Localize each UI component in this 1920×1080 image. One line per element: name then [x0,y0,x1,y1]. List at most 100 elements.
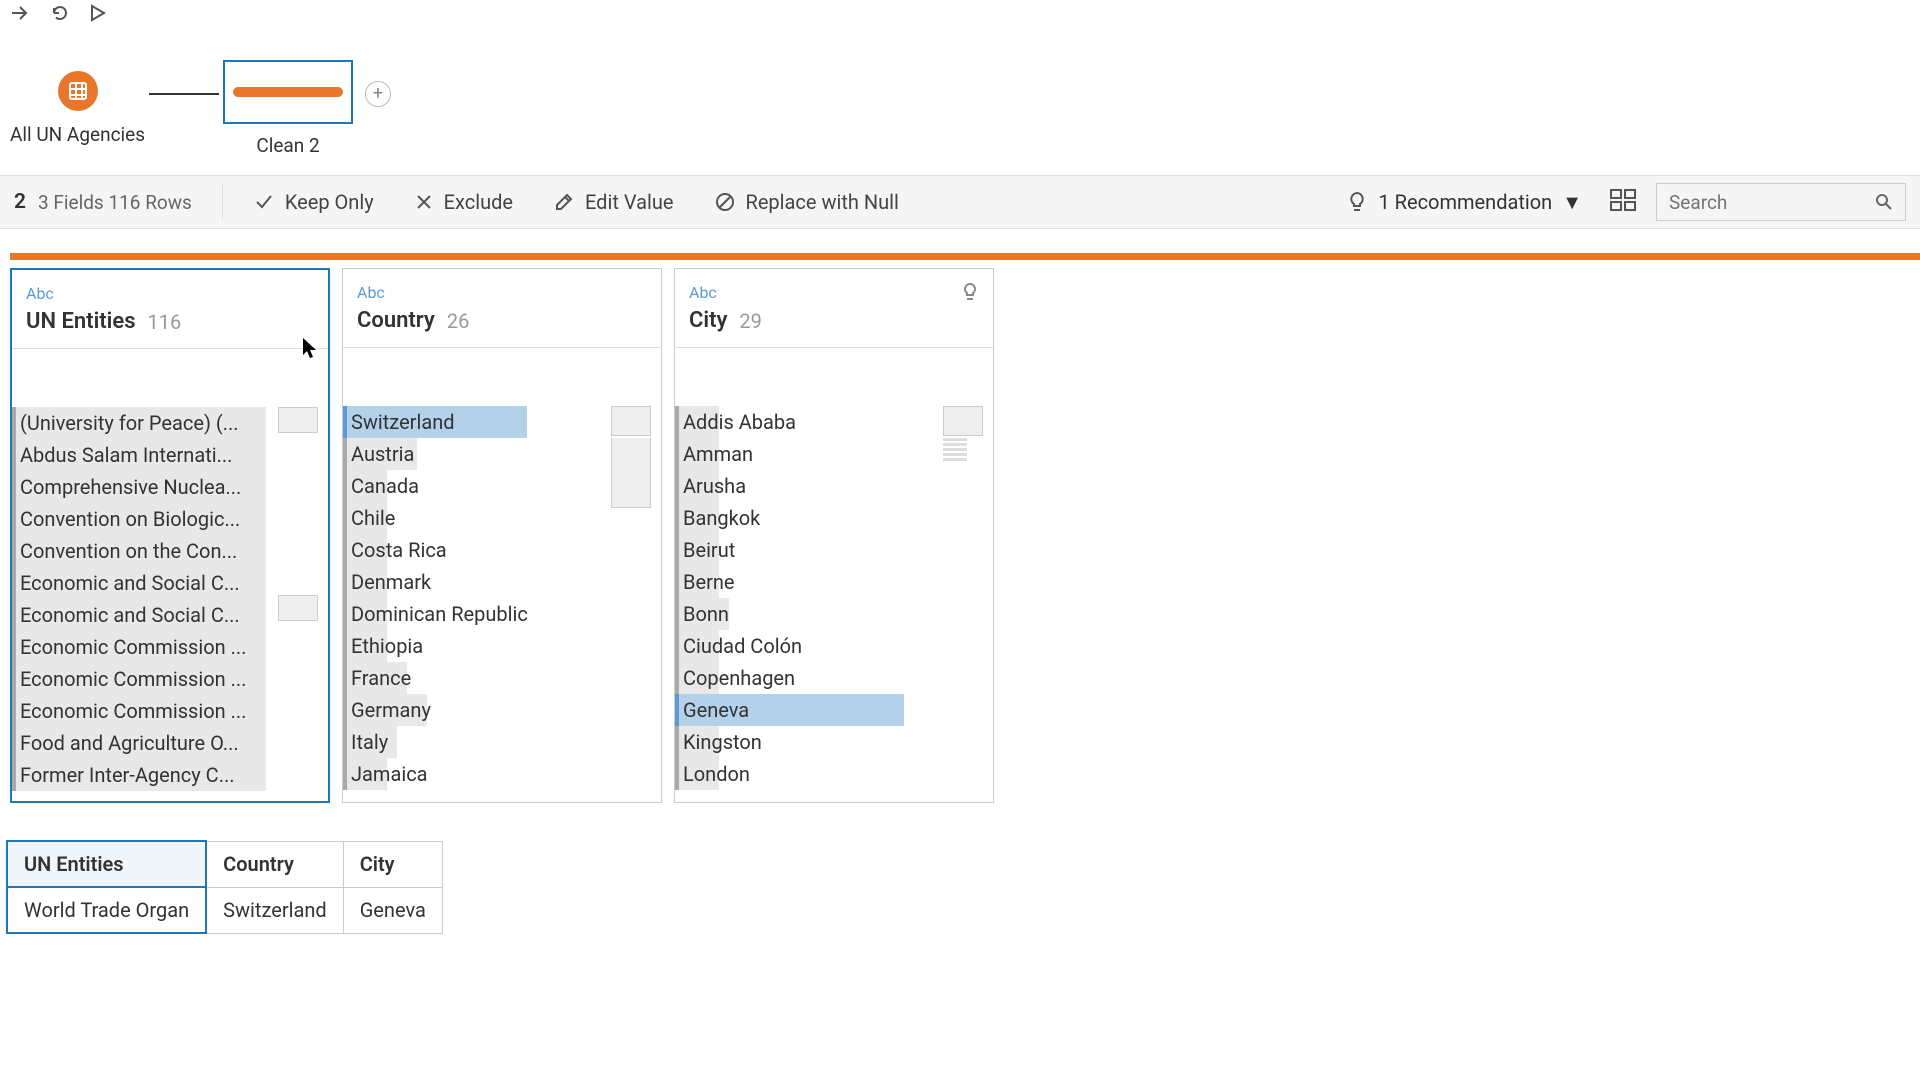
card-body: Addis AbabaAmmanArushaBangkokBeirutBerne… [675,348,993,790]
value-label: Germany [351,698,431,722]
value-label: Geneva [683,698,749,722]
value-label: Amman [683,442,753,466]
chevron-down-icon: ▼ [1562,190,1582,215]
value-item[interactable]: Germany [343,694,661,726]
value-item[interactable]: Food and Agriculture O... [12,727,328,759]
lightbulb-icon[interactable] [961,283,979,307]
value-item[interactable]: Jamaica [343,758,661,790]
profile-card-country[interactable]: AbcCountry26SwitzerlandAustriaCanadaChil… [342,268,662,803]
value-item[interactable]: Comprehensive Nuclea... [12,471,328,503]
value-item[interactable]: Economic Commission ... [12,695,328,727]
flow-canvas: All UN Agencies Clean 2 + [10,60,391,157]
toolbar: 2 3 Fields 116 Rows Keep Only Exclude Ed… [0,175,1920,229]
value-label: Comprehensive Nuclea... [20,475,241,499]
value-label: Switzerland [351,410,455,434]
value-item[interactable]: Ciudad Colón [675,630,993,662]
value-label: Jamaica [351,762,428,786]
flow-source-label: All UN Agencies [10,123,145,146]
value-label: Ethiopia [351,634,423,658]
refresh-icon[interactable] [50,3,70,27]
recommendation-label: 1 Recommendation [1378,190,1552,214]
value-label: Dominican Republic [351,602,528,626]
value-label: Economic Commission ... [20,667,246,691]
value-label: Italy [351,730,388,754]
cell-city[interactable]: Geneva [343,887,442,933]
table-header-row: UN Entities Country City [7,841,442,887]
run-icon[interactable] [90,4,106,26]
recommendation-dropdown[interactable]: 1 Recommendation ▼ [1346,190,1582,215]
value-item[interactable]: London [675,758,993,790]
value-label: Economic Commission ... [20,699,246,723]
edit-value-button[interactable]: Edit Value [553,190,674,214]
value-item[interactable]: Arusha [675,470,993,502]
add-step-button[interactable]: + [365,81,391,107]
keep-only-button[interactable]: Keep Only [253,190,374,214]
value-item[interactable]: Kingston [675,726,993,758]
value-item[interactable]: Beirut [675,534,993,566]
value-item[interactable]: Ethiopia [343,630,661,662]
field-type-label: Abc [12,270,328,309]
replace-null-button[interactable]: Replace with Null [714,190,899,214]
clean-step-bar [233,87,343,97]
value-label: Economic Commission ... [20,635,246,659]
search-input[interactable] [1669,191,1849,214]
edit-value-label: Edit Value [585,190,674,214]
value-item[interactable]: Former Inter-Agency C... [12,759,328,791]
clean-step-box [223,60,353,124]
field-count: 26 [447,309,469,333]
exclude-label: Exclude [444,190,513,214]
arrow-icon[interactable] [10,5,30,25]
exclude-button[interactable]: Exclude [414,190,513,214]
field-count: 116 [148,310,182,334]
flow-clean-label: Clean 2 [223,134,353,157]
profile-cards-row: AbcUN Entities116(University for Peace) … [10,268,994,803]
value-item[interactable]: Dominican Republic [343,598,661,630]
value-item[interactable]: Economic Commission ... [12,663,328,695]
value-label: Arusha [683,474,746,498]
value-label: Economic and Social C... [20,571,240,595]
flow-clean-node[interactable]: Clean 2 [223,60,353,157]
cell-country[interactable]: Switzerland [206,887,343,933]
value-item[interactable]: Convention on Biologic... [12,503,328,535]
value-item[interactable]: Bangkok [675,502,993,534]
value-item[interactable]: Economic Commission ... [12,631,328,663]
card-body: (University for Peace) (...Abdus Salam I… [12,349,328,791]
col-header-country[interactable]: Country [206,841,343,887]
profile-card-city[interactable]: AbcCity29Addis AbabaAmmanArushaBangkokBe… [674,268,994,803]
value-item[interactable]: Italy [343,726,661,758]
field-type-label: Abc [675,269,993,308]
value-label: Convention on Biologic... [20,507,240,531]
flow-source-node[interactable]: All UN Agencies [10,71,145,146]
table-row[interactable]: World Trade Organ Switzerland Geneva [7,887,442,933]
value-label: Canada [351,474,419,498]
value-label: Austria [351,442,414,466]
col-header-city[interactable]: City [343,841,442,887]
value-label: Copenhagen [683,666,795,690]
accent-bar [10,253,1920,260]
profile-card-un-entities[interactable]: AbcUN Entities 116 (University for Peace) … [10,268,330,803]
value-label: Denmark [351,570,431,594]
value-item[interactable]: Geneva [675,694,993,726]
value-item[interactable]: Berne [675,566,993,598]
keep-only-label: Keep Only [285,190,374,214]
cell-entities[interactable]: World Trade Organ [7,887,206,933]
value-item[interactable]: Costa Rica [343,534,661,566]
value-item[interactable]: France [343,662,661,694]
value-label: France [351,666,411,690]
step-number: 2 [14,190,26,214]
value-label: London [683,762,750,786]
value-item[interactable]: Copenhagen [675,662,993,694]
search-box[interactable] [1656,183,1906,221]
value-item[interactable]: Abdus Salam Internati... [12,439,328,471]
value-label: Chile [351,506,395,530]
field-name: UN Entities [26,309,136,334]
value-item[interactable]: Convention on the Con... [12,535,328,567]
col-header-entities[interactable]: UN Entities [7,841,206,887]
view-toggle-button[interactable] [1610,189,1636,215]
field-name: Country [357,308,435,333]
mouse-cursor [303,338,319,364]
value-item[interactable]: Denmark [343,566,661,598]
top-icon-bar [10,0,106,30]
data-grid[interactable]: UN Entities Country City World Trade Org… [6,840,443,934]
value-item[interactable]: Bonn [675,598,993,630]
